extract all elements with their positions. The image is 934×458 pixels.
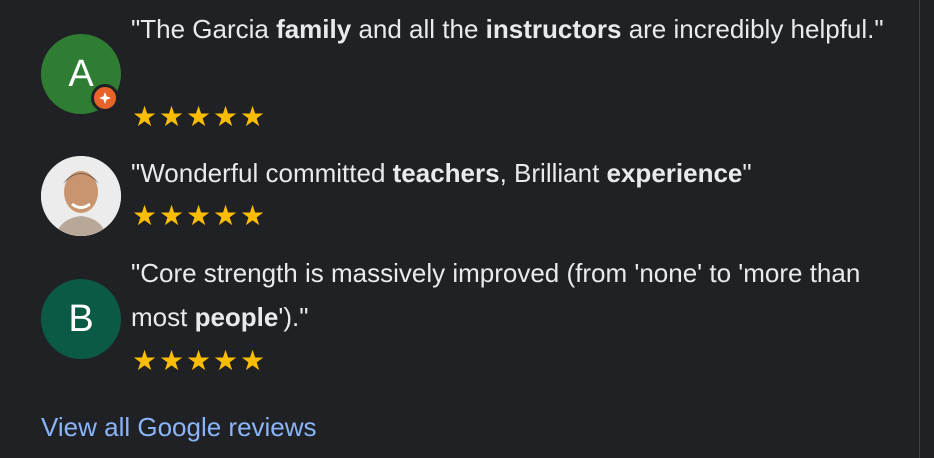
reviewer-avatar[interactable]: A — [41, 34, 121, 114]
avatar-letter: B — [68, 297, 94, 340]
star-icon: ★ — [185, 200, 212, 231]
reviewer-avatar[interactable]: B — [41, 279, 121, 359]
star-icon: ★ — [212, 101, 239, 132]
star-icon: ★ — [131, 345, 158, 376]
star-icon: ★ — [158, 200, 185, 231]
star-icon: ★ — [239, 200, 266, 231]
star-icon: ★ — [239, 345, 266, 376]
reviewer-avatar[interactable] — [41, 156, 121, 236]
star-icon: ★ — [131, 101, 158, 132]
star-icon: ★ — [131, 200, 158, 231]
view-all-reviews-link[interactable]: View all Google reviews — [41, 410, 317, 444]
review-text: "Core strength is massively improved (fr… — [131, 258, 861, 332]
star-icon: ★ — [185, 101, 212, 132]
star-icon: ★ — [212, 200, 239, 231]
local-guide-badge-icon — [91, 84, 119, 112]
star-rating: ★★★★★ — [131, 103, 266, 131]
review-text: "Wonderful committed teachers, Brilliant… — [131, 158, 752, 188]
star-icon: ★ — [239, 101, 266, 132]
page-margin — [921, 0, 934, 458]
star-icon: ★ — [158, 345, 185, 376]
star-rating: ★★★★★ — [131, 347, 266, 375]
star-icon: ★ — [212, 345, 239, 376]
star-icon: ★ — [185, 345, 212, 376]
star-rating: ★★★★★ — [131, 202, 266, 230]
reviewer-photo-icon — [41, 156, 121, 236]
avatar-letter: A — [68, 52, 94, 95]
reviews-panel: A "The Garcia family and all the instruc… — [0, 0, 920, 458]
review-text: "The Garcia family and all the instructo… — [131, 14, 884, 44]
star-icon: ★ — [158, 101, 185, 132]
